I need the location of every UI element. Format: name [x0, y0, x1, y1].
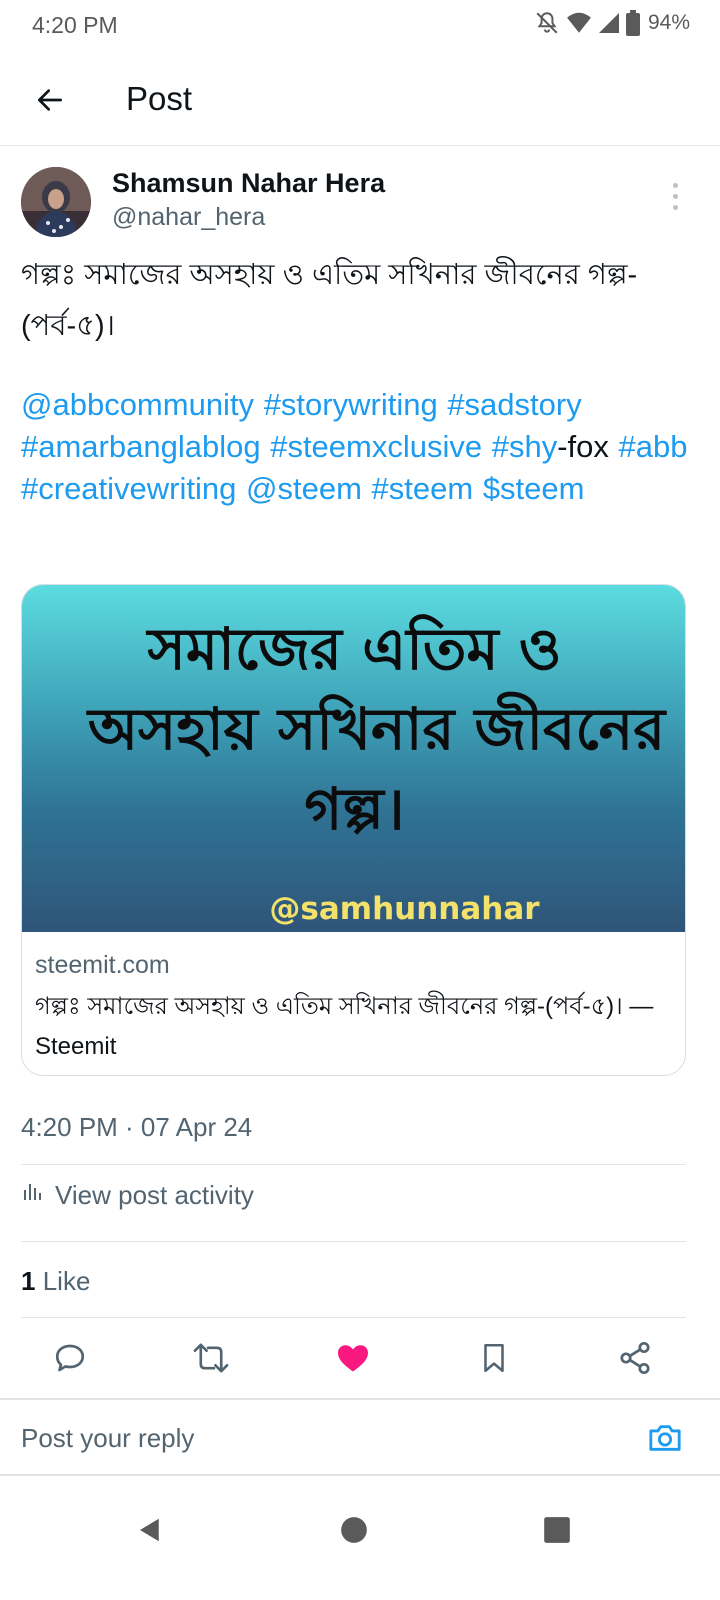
- action-bar: [0, 1330, 720, 1398]
- post-text: গল্পঃ সমাজের অসহায় ও এতিম সখিনার জীবনের…: [21, 259, 638, 342]
- divider: [21, 1317, 686, 1318]
- nav-home-button[interactable]: [334, 1512, 374, 1552]
- view-post-activity-button[interactable]: View post activity: [21, 1180, 254, 1211]
- hashtag-link[interactable]: #abb: [619, 429, 688, 464]
- more-dot-icon: [672, 193, 678, 199]
- battery-icon: [625, 10, 640, 36]
- likes-label: Like: [42, 1266, 91, 1296]
- divider: [21, 1241, 686, 1242]
- bookmark-button[interactable]: [469, 1330, 519, 1390]
- analytics-icon: [21, 1180, 45, 1211]
- square-recents-icon: [543, 1516, 571, 1549]
- tag-suffix-text: -fox: [557, 429, 609, 464]
- signal-icon: [598, 11, 620, 35]
- card-image[interactable]: সমাজের এতিম ও অসহায় সখিনার জীবনের গল্প।…: [22, 585, 685, 932]
- share-icon: [617, 1340, 653, 1381]
- divider: [21, 1164, 686, 1165]
- post-tags: @abbcommunity #storywriting #sadstory #a…: [21, 384, 706, 510]
- app-header: Post: [0, 60, 720, 146]
- post-timestamp: 4:20 PM · 07 Apr 24: [21, 1112, 253, 1142]
- reply-button[interactable]: [45, 1330, 95, 1390]
- likes-row[interactable]: 1 Like: [21, 1266, 90, 1297]
- link-card[interactable]: সমাজের এতিম ও অসহায় সখিনার জীবনের গল্প।…: [21, 584, 686, 1076]
- camera-button[interactable]: [643, 1420, 687, 1460]
- card-image-text: গল্প।: [304, 775, 405, 843]
- battery-percent: 94%: [647, 11, 690, 34]
- reply-input[interactable]: [21, 1416, 621, 1460]
- arrow-left-icon: [34, 84, 66, 121]
- share-button[interactable]: [610, 1330, 660, 1390]
- more-dot-icon: [672, 182, 678, 188]
- hashtag-link[interactable]: #sadstory: [447, 387, 581, 422]
- bell-off-icon: [534, 10, 560, 36]
- likes-count: 1: [21, 1266, 36, 1296]
- card-title: গল্পঃ সমাজের অসহায় ও এতিম সখিনার জীবনের…: [35, 993, 654, 1060]
- mention-link[interactable]: @steem: [246, 471, 362, 506]
- author-name[interactable]: Shamsun Nahar Hera: [112, 168, 385, 199]
- hashtag-link[interactable]: #shy: [492, 429, 557, 464]
- hashtag-link[interactable]: #storywriting: [264, 387, 438, 422]
- back-button[interactable]: [26, 78, 74, 126]
- reply-icon: [52, 1340, 88, 1381]
- nav-recents-button[interactable]: [537, 1512, 577, 1552]
- circle-home-icon: [340, 1516, 368, 1549]
- author-handle[interactable]: @nahar_hera: [112, 203, 265, 232]
- camera-icon: [646, 1421, 684, 1460]
- system-nav-bar: [0, 1490, 720, 1570]
- hashtag-link[interactable]: #steem: [372, 471, 474, 506]
- card-image-credit: @samhunnahar: [269, 891, 540, 927]
- nav-back-button[interactable]: [130, 1512, 170, 1552]
- heart-filled-icon: [335, 1340, 371, 1381]
- status-icons: 94%: [534, 10, 690, 36]
- more-options-button[interactable]: [660, 176, 690, 216]
- wifi-icon: [566, 11, 592, 35]
- retweet-button[interactable]: [186, 1330, 236, 1390]
- triangle-back-icon: [135, 1515, 165, 1550]
- status-time: 4:20 PM: [32, 12, 118, 38]
- like-button[interactable]: [328, 1330, 378, 1390]
- hashtag-link[interactable]: #creativewriting: [21, 471, 236, 506]
- mention-link[interactable]: @abbcommunity: [21, 387, 254, 422]
- status-bar: 4:20 PM 94%: [0, 0, 720, 50]
- reply-bar: [0, 1398, 720, 1476]
- cashtag-link[interactable]: $steem: [483, 471, 585, 506]
- hashtag-link[interactable]: #steemxclusive: [270, 429, 482, 464]
- activity-label: View post activity: [55, 1180, 254, 1210]
- card-domain: steemit.com: [35, 951, 170, 979]
- more-dot-icon: [672, 204, 678, 210]
- avatar[interactable]: [21, 167, 91, 237]
- page-title: Post: [126, 80, 193, 117]
- hashtag-link[interactable]: #amarbanglablog: [21, 429, 261, 464]
- retweet-icon: [192, 1340, 230, 1381]
- bookmark-icon: [477, 1340, 511, 1381]
